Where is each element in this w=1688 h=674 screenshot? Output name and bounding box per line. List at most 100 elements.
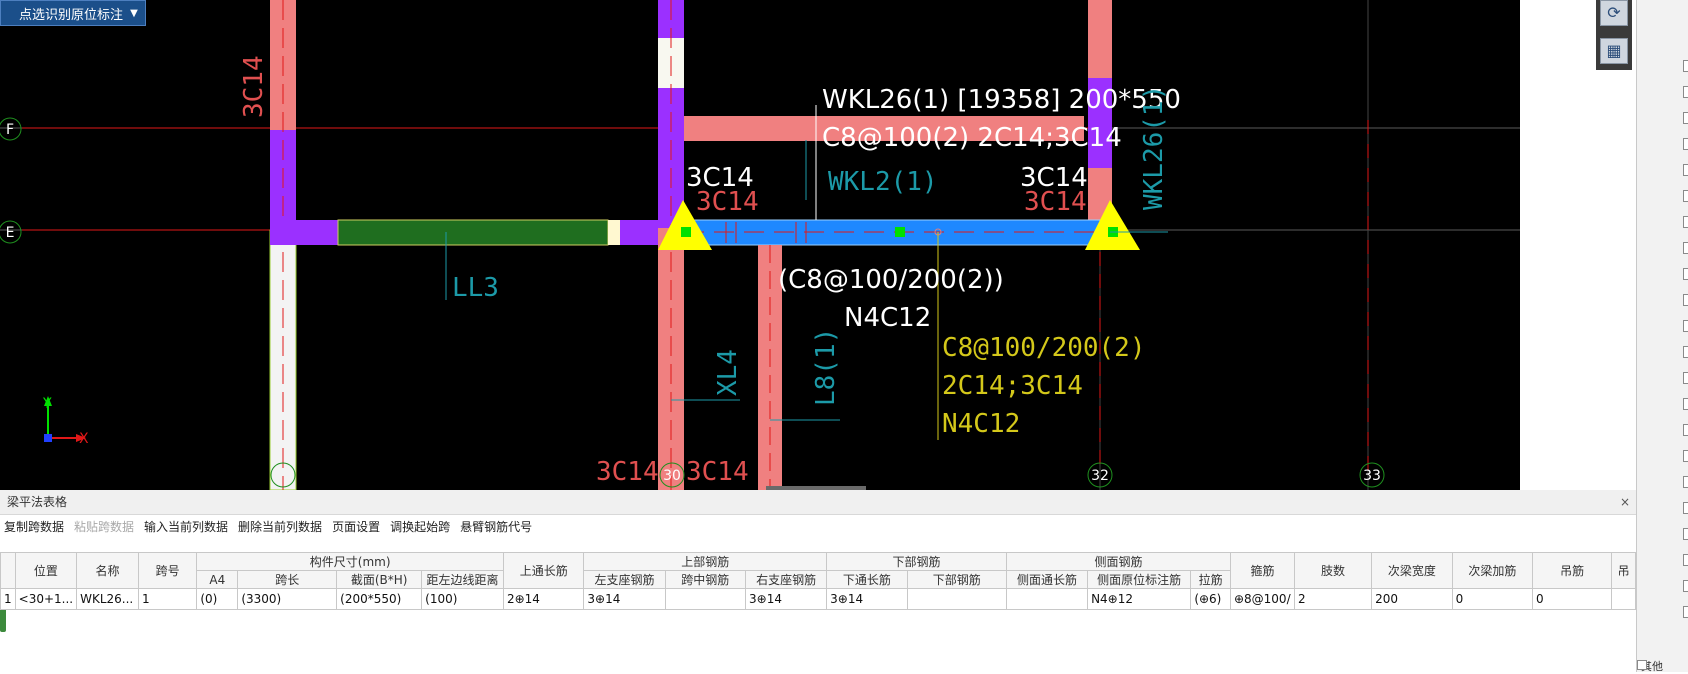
col-side-orig: 侧面原位标注筋 <box>1087 570 1192 589</box>
refresh-icon[interactable]: ⟳ <box>1600 0 1628 26</box>
label-yellow-3: N4C12 <box>942 409 1020 439</box>
col-edge-dist: 距左边线距离 <box>421 570 504 589</box>
checkbox[interactable] <box>1683 554 1688 566</box>
table-header-row-1: 位置 名称 跨号 构件尺寸(mm) 上通长筋 上部钢筋 下部钢筋 侧面钢筋 箍筋… <box>0 552 1636 589</box>
checkbox[interactable] <box>1683 372 1688 384</box>
col-hanger-2: 吊 <box>1611 552 1636 589</box>
col-legs: 肢数 <box>1293 552 1373 589</box>
cantilever-code-button[interactable]: 悬臂钢筋代号 <box>460 518 532 540</box>
beam-e-left-purple <box>270 220 338 245</box>
checkbox[interactable] <box>1683 268 1688 280</box>
cell-top-through[interactable]: 2⊕14 <box>502 588 585 610</box>
ucs-y-label: Y <box>42 396 52 412</box>
beam-annotation-line2: C8@100(2) 2C14;3C14 <box>822 123 1122 153</box>
panel-title: 梁平法表格 <box>7 495 68 509</box>
col-tie: 拉筋 <box>1190 570 1231 589</box>
cell-right-support[interactable]: 3⊕14 <box>745 588 828 610</box>
right-property-panel: 其他 <box>1636 0 1688 673</box>
cell-legs[interactable]: 2 <box>1293 588 1373 610</box>
checkbox[interactable] <box>1683 138 1688 150</box>
grid-view-icon[interactable]: ▦ <box>1600 38 1628 64</box>
panel-title-bar: 梁平法表格 × <box>0 490 1636 515</box>
label-3c14-vertical: 3C14 <box>239 55 269 118</box>
checkbox[interactable] <box>1683 164 1688 176</box>
cell-section[interactable]: (200*550) <box>336 588 423 610</box>
label-stirrup-white: (C8@100/200(2)) <box>778 265 1004 295</box>
col-span-len: 跨长 <box>237 570 338 589</box>
checkbox[interactable] <box>1683 580 1688 592</box>
checkbox[interactable] <box>1683 60 1688 72</box>
checkbox[interactable] <box>1683 294 1688 306</box>
cell-name[interactable]: WKL26... <box>76 588 139 610</box>
checkbox[interactable] <box>1683 606 1688 618</box>
cell-span-no[interactable]: 1 <box>137 588 198 610</box>
cell-stirrup[interactable]: ⊕8@100/ <box>1229 588 1295 610</box>
node-mid <box>895 227 905 237</box>
checkbox[interactable] <box>1683 450 1688 462</box>
label-wkl26-vertical: WKL26(1) <box>1139 85 1169 210</box>
cell-mid-span[interactable] <box>664 588 747 610</box>
cell-a4[interactable]: (0) <box>196 588 239 610</box>
col-section: 截面(B*H) <box>336 570 423 589</box>
cell-sec-add[interactable]: 0 <box>1451 588 1534 610</box>
label-3c14-bottom-b: 3C14 <box>686 457 749 487</box>
row-resize-handle[interactable] <box>0 608 6 632</box>
delete-column-data-button[interactable]: 删除当前列数据 <box>238 518 322 540</box>
col-side-through: 侧面通长筋 <box>1005 570 1089 589</box>
cell-hanger[interactable]: 0 <box>1532 588 1613 610</box>
cell-tie[interactable]: (⊕6) <box>1190 588 1231 610</box>
cad-viewport[interactable]: F E F E 30 32 33 WKL26(1) [19358] 200*55… <box>0 0 1520 490</box>
checkbox[interactable] <box>1683 346 1688 358</box>
cell-bottom-through[interactable]: 3⊕14 <box>826 588 908 610</box>
page-setup-button[interactable]: 页面设置 <box>332 518 380 540</box>
col-sec-width: 次梁宽度 <box>1371 552 1453 589</box>
col-top-through: 上通长筋 <box>502 552 585 589</box>
ucs-icon: Y X <box>42 396 89 447</box>
col-sec-add: 次梁加筋 <box>1451 552 1534 589</box>
cell-span-len[interactable]: (3300) <box>237 588 338 610</box>
col-group-top: 上部钢筋 <box>583 552 828 571</box>
col-index <box>0 552 16 589</box>
chevron-down-icon: ▼ <box>130 7 138 19</box>
cell-position[interactable]: <30+1... <box>14 588 78 610</box>
cell-left-support[interactable]: 3⊕14 <box>583 588 666 610</box>
cell-side-orig[interactable]: N4⊕12 <box>1087 588 1192 610</box>
cell-hanger-2[interactable] <box>1611 588 1636 610</box>
checkbox[interactable] <box>1683 112 1688 124</box>
copy-span-data-button[interactable]: 复制跨数据 <box>4 518 64 540</box>
input-column-data-button[interactable]: 输入当前列数据 <box>144 518 228 540</box>
label-yellow-1: C8@100/200(2) <box>942 333 1146 363</box>
col-bottom-bars: 下部钢筋 <box>906 570 1007 589</box>
checkbox[interactable] <box>1683 476 1688 488</box>
recognize-mode-dropdown[interactable]: 点选识别原位标注 ▼ <box>0 0 146 26</box>
checkbox[interactable] <box>1683 528 1688 540</box>
beam-annotation-line1: WKL26(1) [19358] 200*550 <box>822 85 1181 115</box>
label-n4c12-white: N4C12 <box>844 303 931 333</box>
cell-bottom-bars[interactable] <box>906 588 1007 610</box>
cell-index[interactable]: 1 <box>0 588 16 610</box>
cad-drawing: F E F E 30 32 33 WKL26(1) [19358] 200*55… <box>0 0 1520 490</box>
checkbox[interactable] <box>1683 86 1688 98</box>
checkbox[interactable] <box>1683 424 1688 436</box>
checkbox[interactable] <box>1683 242 1688 254</box>
col-a4: A4 <box>196 570 239 589</box>
checkbox[interactable] <box>1683 398 1688 410</box>
checkbox[interactable] <box>1683 190 1688 202</box>
close-icon[interactable]: × <box>1613 490 1630 514</box>
axis-label-32: 32 <box>1091 468 1109 484</box>
beam-e-white-gap <box>608 220 620 245</box>
paste-span-data-button[interactable]: 粘贴跨数据 <box>74 518 134 540</box>
checkbox[interactable] <box>1683 320 1688 332</box>
swap-start-span-button[interactable]: 调换起始跨 <box>390 518 450 540</box>
checkbox[interactable] <box>1683 502 1688 514</box>
other-checkbox[interactable] <box>1637 660 1647 670</box>
cell-sec-width[interactable]: 200 <box>1371 588 1453 610</box>
table-toolbar: 复制跨数据 粘贴跨数据 输入当前列数据 删除当前列数据 页面设置 调换起始跨 悬… <box>0 518 532 540</box>
col-name: 名称 <box>76 552 139 589</box>
cell-side-through[interactable] <box>1005 588 1089 610</box>
label-3c14-red-b: 3C14 <box>1024 187 1087 217</box>
col-stirrup: 箍筋 <box>1229 552 1295 589</box>
axis-label-33: 33 <box>1363 468 1381 484</box>
cell-edge-dist[interactable]: (100) <box>421 588 504 610</box>
checkbox[interactable] <box>1683 216 1688 228</box>
